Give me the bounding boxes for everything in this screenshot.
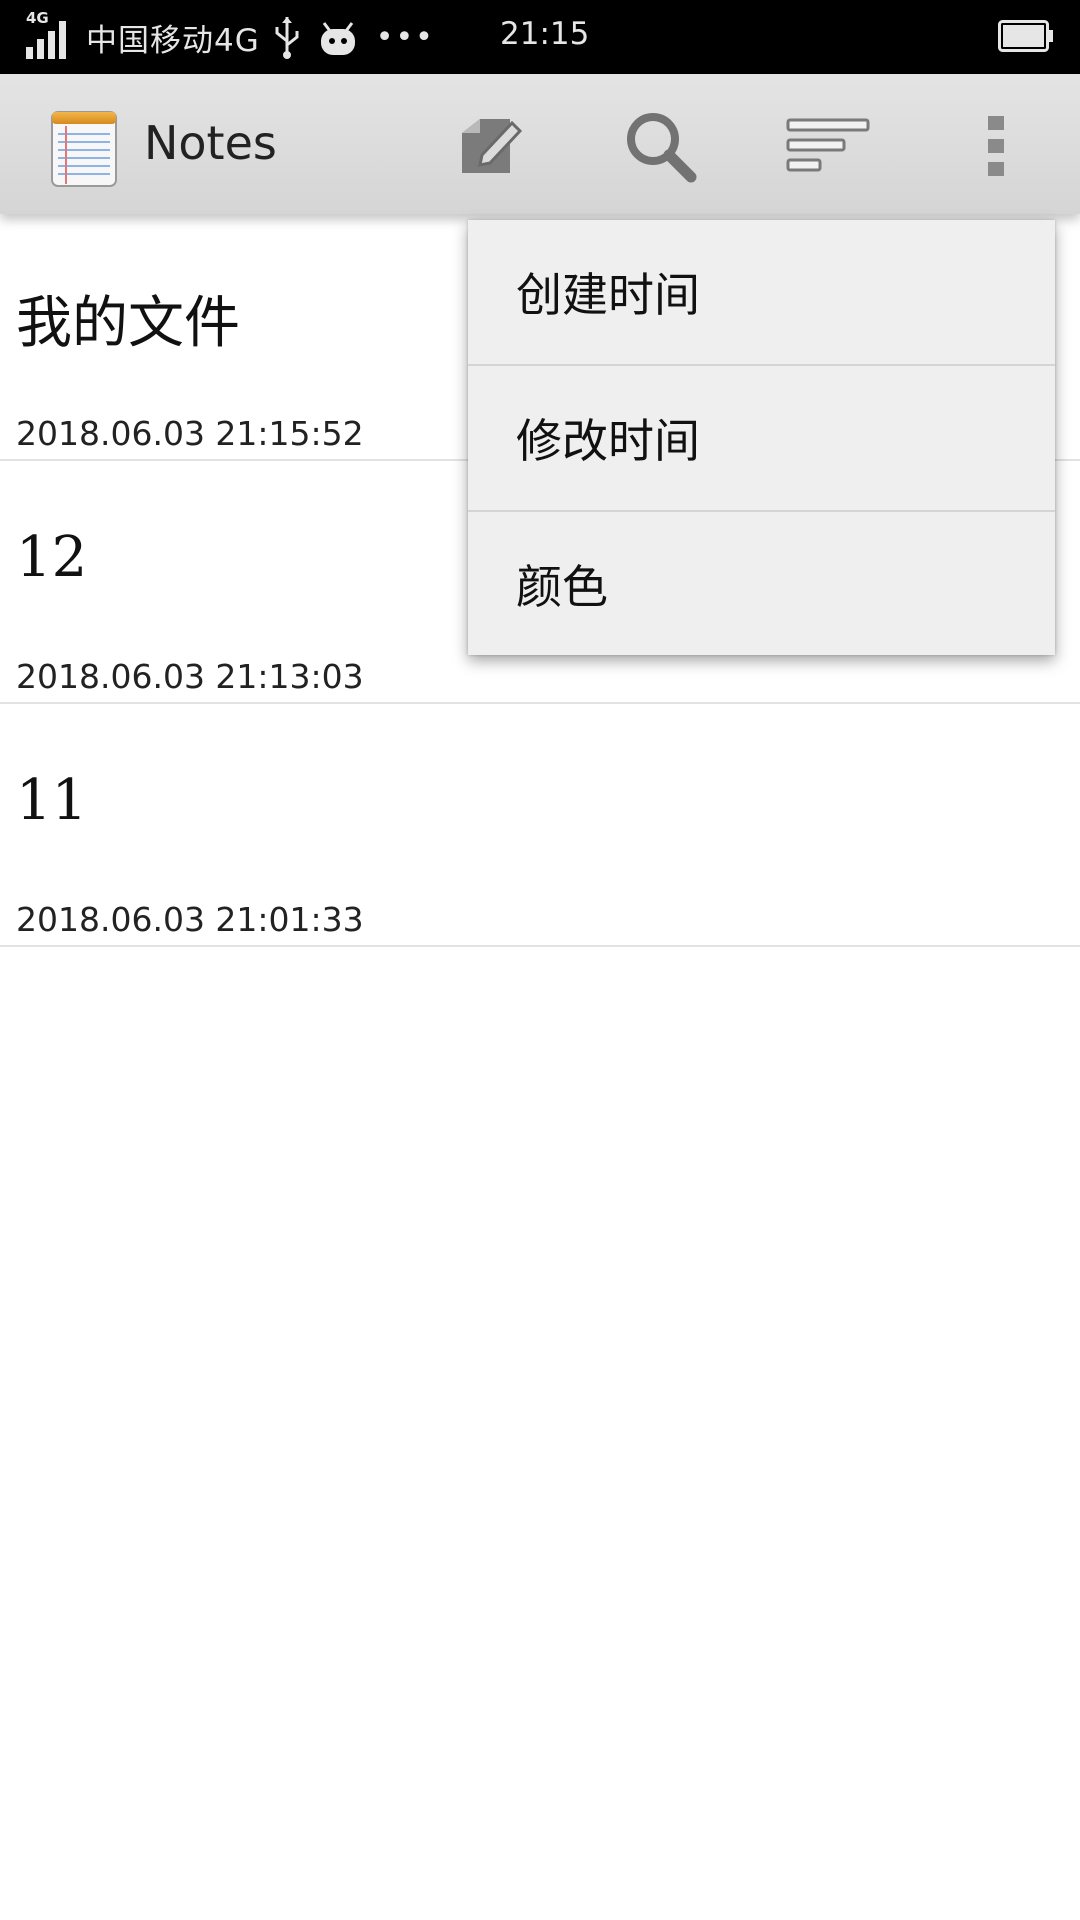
sort-icon bbox=[786, 118, 870, 172]
status-left: 4G 中国移动4G ••• bbox=[26, 9, 435, 62]
android-icon bbox=[320, 22, 355, 55]
notepad-icon[interactable] bbox=[50, 108, 118, 188]
status-bar: 4G 中国移动4G ••• 21:15 bbox=[0, 0, 1080, 74]
menu-item-modified-time[interactable]: 修改时间 bbox=[468, 366, 1055, 512]
note-title: 我的文件 bbox=[16, 291, 240, 356]
action-bar: Notes bbox=[0, 74, 1080, 214]
compose-icon bbox=[462, 119, 522, 173]
signal-bar bbox=[48, 31, 55, 59]
note-item[interactable]: 11 2018.06.03 21:01:33 bbox=[0, 704, 1080, 947]
signal-bar bbox=[37, 39, 44, 59]
menu-item-created-time[interactable]: 创建时间 bbox=[468, 220, 1055, 366]
network-type-label: 4G bbox=[26, 9, 49, 27]
signal-icon: 4G bbox=[26, 9, 74, 59]
compose-button[interactable] bbox=[440, 104, 540, 188]
usb-icon bbox=[275, 17, 299, 59]
sort-dropdown-menu: 创建时间 修改时间 颜色 bbox=[468, 220, 1055, 655]
menu-item-color[interactable]: 颜色 bbox=[468, 512, 1055, 655]
search-button[interactable] bbox=[610, 104, 710, 188]
sort-button[interactable] bbox=[778, 104, 878, 188]
signal-bar bbox=[26, 47, 33, 59]
signal-bar bbox=[59, 21, 66, 59]
app-title: Notes bbox=[144, 116, 277, 170]
note-timestamp: 2018.06.03 21:13:03 bbox=[16, 657, 364, 696]
overflow-menu-icon bbox=[988, 116, 1004, 176]
carrier-label: 中国移动4G bbox=[86, 22, 260, 59]
battery-icon bbox=[998, 20, 1053, 52]
note-title: 11 bbox=[16, 768, 88, 833]
note-timestamp: 2018.06.03 21:15:52 bbox=[16, 414, 364, 453]
note-title: 12 bbox=[16, 525, 88, 590]
more-notifications-icon: ••• bbox=[375, 19, 435, 55]
search-icon bbox=[627, 113, 697, 183]
status-clock: 21:15 bbox=[500, 16, 590, 52]
overflow-menu-button[interactable] bbox=[946, 104, 1046, 188]
note-timestamp: 2018.06.03 21:01:33 bbox=[16, 900, 364, 939]
